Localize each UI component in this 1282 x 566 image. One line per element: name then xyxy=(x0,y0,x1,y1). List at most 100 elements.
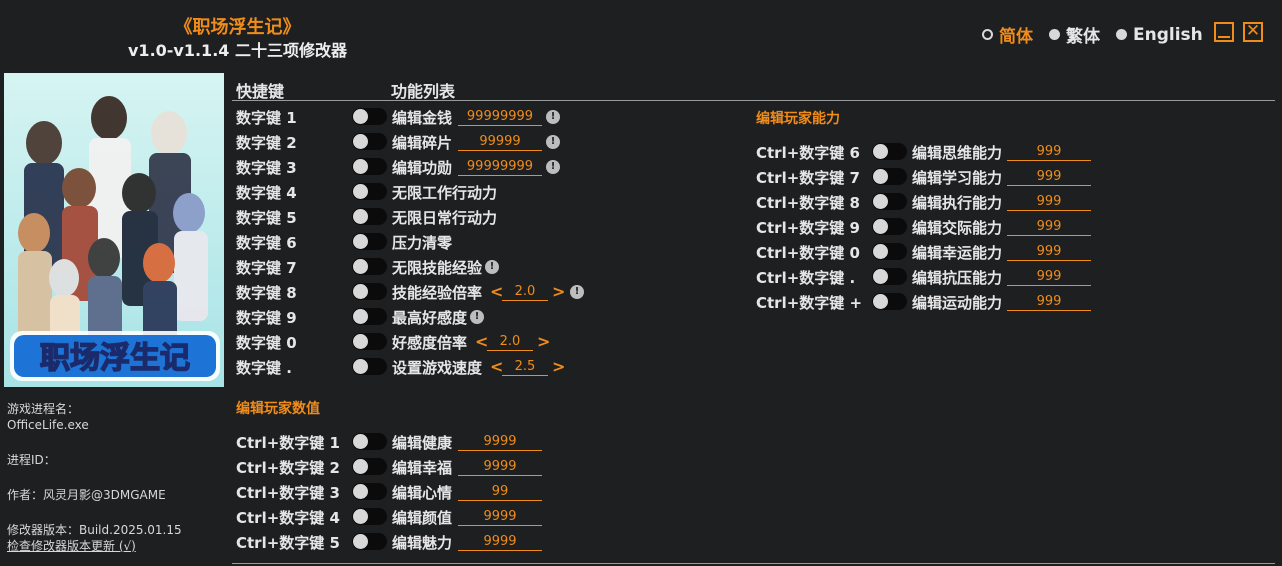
value-input[interactable]: 9999 xyxy=(458,508,542,526)
value-input[interactable]: 999 xyxy=(1007,218,1091,236)
hotkey-label: Ctrl+数字键 5 xyxy=(236,533,340,552)
function-label: 压力清零 xyxy=(392,233,453,252)
process-name-value: OfficeLife.exe xyxy=(7,418,89,432)
function-label: 最高好感度 xyxy=(392,308,468,327)
cheat-row: Ctrl+数字键 9 编辑交际能力 999 xyxy=(756,216,1176,238)
value-input[interactable]: 999 xyxy=(1007,143,1091,161)
cheat-row: Ctrl+数字键 7 编辑学习能力 999 xyxy=(756,166,1176,188)
toggle-switch[interactable] xyxy=(872,268,907,285)
character-illustration xyxy=(18,96,208,351)
stepper-value-input[interactable]: 2.5 xyxy=(502,358,548,376)
footer-divider xyxy=(232,563,1275,564)
close-icon[interactable]: ✕ xyxy=(1243,22,1263,42)
toggle-switch[interactable] xyxy=(872,168,907,185)
hotkey-column-header: 快捷键 xyxy=(236,82,285,101)
stepper-value-input[interactable]: 2.0 xyxy=(487,333,533,351)
function-label: 编辑交际能力 xyxy=(912,218,1003,237)
function-column-header: 功能列表 xyxy=(391,82,456,101)
toggle-switch[interactable] xyxy=(872,193,907,210)
cheat-row: Ctrl+数字键 0 编辑幸运能力 999 xyxy=(756,241,1176,263)
lang-simplified[interactable]: 简体 xyxy=(982,22,1033,47)
hotkey-label: 数字键 2 xyxy=(236,133,297,152)
toggle-switch[interactable] xyxy=(352,458,387,475)
stepper-value-input[interactable]: 2.0 xyxy=(502,283,548,301)
process-name-label: 游戏进程名： xyxy=(7,402,80,416)
value-input[interactable]: 99999999 xyxy=(458,158,542,176)
value-input[interactable]: 999 xyxy=(1007,293,1091,311)
function-label: 编辑执行能力 xyxy=(912,193,1003,212)
increase-arrow-icon[interactable]: > xyxy=(537,332,550,351)
info-icon: ! xyxy=(570,285,584,299)
toggle-switch[interactable] xyxy=(352,158,387,175)
hotkey-label: Ctrl+数字键 . xyxy=(756,268,856,287)
toggle-switch[interactable] xyxy=(872,218,907,235)
toggle-switch[interactable] xyxy=(352,283,387,300)
function-label: 编辑学习能力 xyxy=(912,168,1003,187)
value-input[interactable]: 9999 xyxy=(458,533,542,551)
toggle-switch[interactable] xyxy=(352,208,387,225)
value-input[interactable]: 999 xyxy=(1007,168,1091,186)
function-label: 无限日常行动力 xyxy=(392,208,498,227)
cheat-row: 数字键 4 无限工作行动力 xyxy=(236,181,636,203)
minimize-icon[interactable] xyxy=(1214,22,1234,42)
function-label: 编辑幸运能力 xyxy=(912,243,1003,262)
value-input[interactable]: 9999 xyxy=(458,433,542,451)
function-label: 编辑思维能力 xyxy=(912,143,1003,162)
hotkey-label: 数字键 0 xyxy=(236,333,297,352)
toggle-switch[interactable] xyxy=(352,483,387,500)
player-abilities-title: 编辑玩家能力 xyxy=(756,111,840,127)
logo-text: 职场浮生记 xyxy=(40,341,190,376)
value-input[interactable]: 999 xyxy=(1007,193,1091,211)
player-values-title: 编辑玩家数值 xyxy=(236,401,320,417)
function-label: 编辑功勋 xyxy=(392,158,453,177)
value-input[interactable]: 99999999 xyxy=(458,108,542,126)
increase-arrow-icon[interactable]: > xyxy=(552,357,565,376)
check-update-link[interactable]: 检查修改器版本更新 (√) xyxy=(7,538,136,554)
author-info: 作者：风灵月影@3DMGAME xyxy=(7,488,166,502)
cheat-row: Ctrl+数字键 3 编辑心情 99 xyxy=(236,481,636,503)
function-label: 编辑金钱 xyxy=(392,108,453,127)
toggle-switch[interactable] xyxy=(352,308,387,325)
toggle-switch[interactable] xyxy=(352,533,387,550)
language-selector: 简体 繁体 English xyxy=(982,22,1219,47)
hotkey-label: 数字键 9 xyxy=(236,308,297,327)
function-label: 技能经验倍率 xyxy=(392,283,483,302)
function-label: 编辑碎片 xyxy=(392,133,453,152)
toggle-switch[interactable] xyxy=(352,108,387,125)
hotkey-label: 数字键 . xyxy=(236,358,292,377)
value-input[interactable]: 999 xyxy=(1007,243,1091,261)
trainer-version: 修改器版本：Build.2025.01.15 xyxy=(7,523,182,537)
lang-traditional[interactable]: 繁体 xyxy=(1049,22,1100,47)
toggle-switch[interactable] xyxy=(352,333,387,350)
lang-english[interactable]: English xyxy=(1116,25,1203,45)
toggle-switch[interactable] xyxy=(352,358,387,375)
toggle-switch[interactable] xyxy=(352,183,387,200)
toggle-switch[interactable] xyxy=(352,233,387,250)
increase-arrow-icon[interactable]: > xyxy=(552,282,565,301)
radio-icon xyxy=(1116,29,1127,40)
toggle-switch[interactable] xyxy=(352,258,387,275)
function-label: 无限技能经验 xyxy=(392,258,483,277)
toggle-switch[interactable] xyxy=(352,133,387,150)
hotkey-label: Ctrl+数字键 8 xyxy=(756,193,860,212)
function-label: 编辑颜值 xyxy=(392,508,453,527)
value-input[interactable]: 9999 xyxy=(458,458,542,476)
lang-label: 简体 xyxy=(999,27,1033,47)
value-input[interactable]: 99999 xyxy=(458,133,542,151)
hotkey-label: 数字键 7 xyxy=(236,258,297,277)
value-input[interactable]: 99 xyxy=(458,483,542,501)
toggle-switch[interactable] xyxy=(352,508,387,525)
toggle-switch[interactable] xyxy=(352,433,387,450)
header-divider xyxy=(232,100,1275,101)
hotkey-label: 数字键 1 xyxy=(236,108,297,127)
hotkey-label: Ctrl+数字键 4 xyxy=(236,508,340,527)
toggle-switch[interactable] xyxy=(872,243,907,260)
value-input[interactable]: 999 xyxy=(1007,268,1091,286)
radio-icon xyxy=(982,29,993,40)
cheat-row: Ctrl+数字键 . 编辑抗压能力 999 xyxy=(756,266,1176,288)
info-icon: ! xyxy=(485,260,499,274)
hotkey-label: Ctrl+数字键 6 xyxy=(756,143,860,162)
toggle-switch[interactable] xyxy=(872,143,907,160)
toggle-switch[interactable] xyxy=(872,293,907,310)
hotkey-label: 数字键 3 xyxy=(236,158,297,177)
